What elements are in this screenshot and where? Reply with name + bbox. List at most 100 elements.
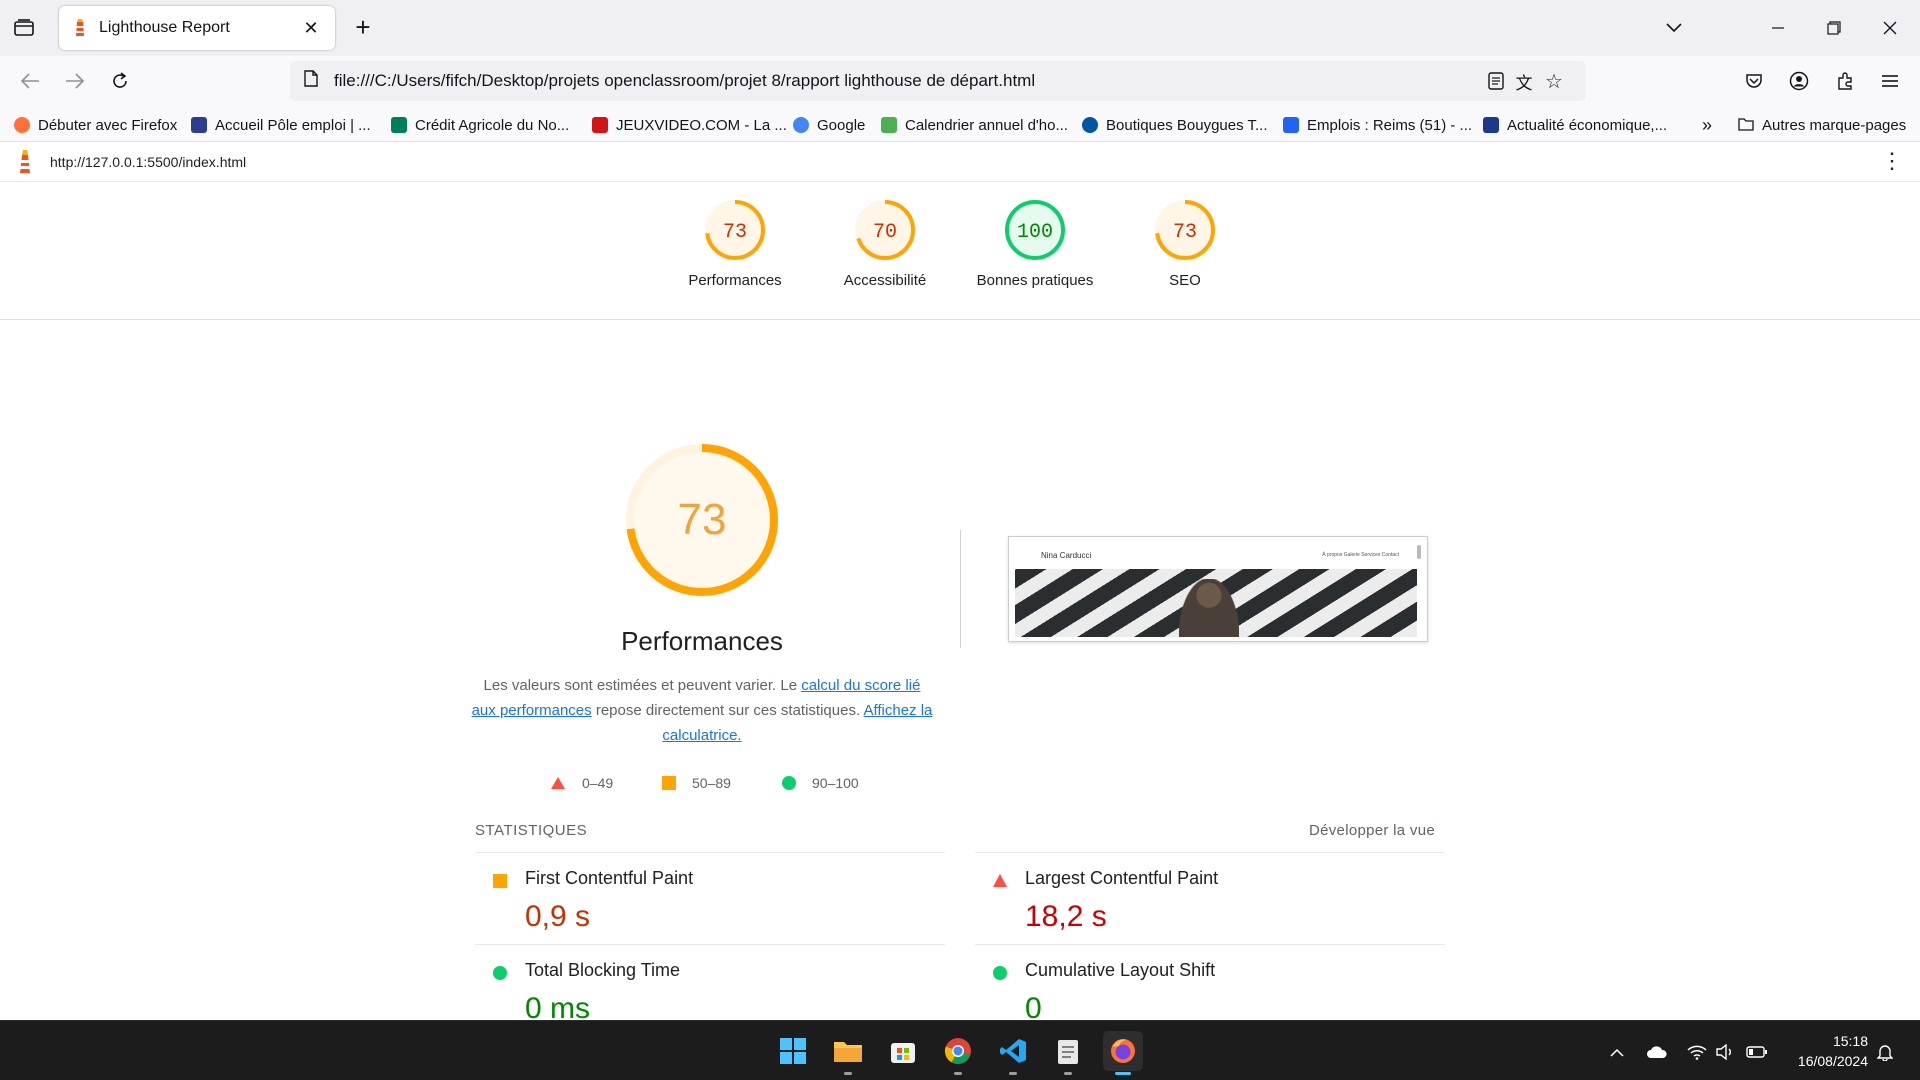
bookmark-item[interactable]: Boutiques Bouygues T... (1082, 114, 1268, 136)
account-icon[interactable] (1783, 65, 1815, 97)
legend-fail: 0–49 (550, 772, 613, 794)
reload-icon[interactable] (104, 65, 136, 97)
performance-gauge: 73 (626, 444, 778, 596)
metric-divider (475, 944, 945, 945)
notepad-icon[interactable] (1048, 1031, 1088, 1075)
volume-icon[interactable] (1714, 1041, 1736, 1063)
bouygues-icon (1082, 117, 1098, 133)
jeuxvideo-icon (592, 117, 608, 133)
pass-circle-icon (782, 776, 796, 790)
system-clock[interactable]: 15:18 16/08/2024 (1770, 1031, 1868, 1071)
category-gauge-best-practices[interactable]: 100 Bonnes pratiques (960, 198, 1110, 289)
tab-list-icon[interactable] (10, 14, 38, 42)
pass-circle-icon (993, 966, 1007, 980)
average-square-icon (662, 776, 676, 790)
performance-description: Les valeurs sont estimées et peuvent var… (471, 677, 933, 744)
close-tab-icon[interactable]: ✕ (299, 16, 323, 40)
onedrive-icon[interactable] (1646, 1041, 1668, 1063)
wifi-icon[interactable] (1686, 1041, 1708, 1063)
running-indicator (1009, 1072, 1017, 1075)
metric-divider (975, 852, 1445, 853)
close-window-icon[interactable] (1874, 12, 1906, 44)
report-menu-icon[interactable]: ⋮ (1880, 150, 1904, 174)
category-gauge-performance[interactable]: 73 Performances (660, 198, 810, 289)
performance-score: 73 (678, 495, 727, 544)
more-bookmarks-icon[interactable]: » (1702, 114, 1712, 136)
minimize-icon[interactable] (1762, 12, 1794, 44)
new-tab-button[interactable]: + (349, 14, 377, 42)
screenshot-site-name: Nina Carducci (1041, 551, 1092, 560)
bookmarks-toolbar: Débuter avec Firefox Accueil Pôle emploi… (0, 106, 1920, 142)
other-bookmarks[interactable]: Autres marque-pages (1738, 114, 1906, 136)
bookmark-item[interactable]: Accueil Pôle emploi | ... (191, 114, 371, 136)
expand-view-toggle[interactable]: Développer la vue (1290, 822, 1435, 839)
microsoft-store-icon[interactable] (883, 1031, 923, 1071)
menu-icon[interactable] (1874, 65, 1906, 97)
bookmark-item[interactable]: Crédit Agricole du No... (391, 114, 569, 136)
gauge-ring: 73 (1155, 200, 1215, 260)
screenshot-nav: À propos Galerie Services Contact (1322, 552, 1399, 558)
gauge-ring: 73 (705, 200, 765, 260)
metric-value: 18,2 s (1025, 900, 1107, 933)
battery-icon[interactable] (1746, 1041, 1768, 1063)
tested-url: http://127.0.0.1:5500/index.html (50, 154, 247, 170)
final-screenshot[interactable]: Nina Carducci À propos Galerie Services … (1008, 536, 1428, 642)
news-icon (1483, 117, 1499, 133)
url-bar[interactable]: file:///C:/Users/fifch/Desktop/projets o… (290, 61, 1586, 101)
bookmark-star-icon[interactable]: ☆ (1540, 67, 1568, 95)
running-indicator (1064, 1072, 1072, 1075)
category-label: Accessibilité (843, 272, 927, 289)
category-gauge-accessibility[interactable]: 70 Accessibilité (810, 198, 960, 289)
screenshot-person (1179, 579, 1239, 637)
category-gauge-seo[interactable]: 73 SEO (1110, 198, 1260, 289)
gauge-score: 73 (723, 221, 747, 244)
bookmark-item[interactable]: Emplois : Reims (51) - ... (1283, 114, 1472, 136)
metric-value: 0,9 s (525, 900, 591, 933)
fail-triangle-icon (551, 777, 565, 789)
chrome-icon[interactable] (938, 1031, 978, 1075)
firefox-taskbar-icon[interactable] (1103, 1031, 1143, 1075)
vscode-icon[interactable] (993, 1031, 1033, 1075)
gauge-score: 100 (1017, 221, 1053, 244)
section-divider (960, 530, 961, 648)
active-tab[interactable]: Lighthouse Report ✕ (59, 6, 335, 50)
forward-icon[interactable] (59, 65, 91, 97)
back-icon[interactable] (14, 65, 46, 97)
bookmark-item[interactable]: JEUXVIDEO.COM - La ... (592, 114, 787, 136)
clock-date: 16/08/2024 (1797, 1053, 1868, 1069)
bookmark-item[interactable]: Actualité économique,... (1483, 114, 1667, 136)
metric-title: Total Blocking Time (525, 960, 681, 980)
screenshot-scrollbar (1417, 545, 1421, 559)
notifications-icon[interactable] (1874, 1041, 1896, 1063)
google-icon (793, 117, 809, 133)
show-hidden-icons[interactable] (1606, 1041, 1628, 1063)
translate-icon[interactable]: 文 (1510, 67, 1538, 95)
tab-title: Lighthouse Report (99, 19, 230, 36)
report-topbar: http://127.0.0.1:5500/index.html ⋮ (0, 142, 1920, 182)
file-explorer-icon[interactable] (828, 1031, 868, 1075)
performance-title: Performances (621, 626, 783, 656)
active-indicator (1115, 1072, 1131, 1075)
reader-view-icon[interactable] (1482, 67, 1510, 95)
calendar-icon (881, 117, 897, 133)
pole-emploi-icon (191, 117, 207, 133)
pocket-icon[interactable] (1738, 65, 1770, 97)
category-label: Performances (688, 272, 782, 289)
bookmark-item[interactable]: Google (793, 114, 865, 136)
pass-circle-icon (493, 966, 507, 980)
score-header: 73 Performances 70 Accessibilité 100 Bon… (0, 182, 1920, 320)
gauge-score: 73 (1173, 221, 1197, 244)
bookmark-item[interactable]: Calendrier annuel d'ho... (881, 114, 1068, 136)
url-text[interactable]: file:///C:/Users/fifch/Desktop/projets o… (334, 71, 1035, 91)
indeed-icon (1283, 117, 1299, 133)
folder-icon (1738, 117, 1754, 133)
extensions-icon[interactable] (1829, 65, 1861, 97)
list-all-tabs-icon[interactable] (1658, 12, 1690, 44)
gauge-ring: 100 (1005, 200, 1065, 260)
metric-title: Cumulative Layout Shift (1025, 960, 1216, 980)
bookmark-item[interactable]: Débuter avec Firefox (14, 114, 177, 136)
running-indicator (954, 1072, 962, 1075)
metric-title: First Contentful Paint (525, 868, 694, 888)
restore-icon[interactable] (1818, 12, 1850, 44)
start-icon[interactable] (773, 1031, 813, 1071)
